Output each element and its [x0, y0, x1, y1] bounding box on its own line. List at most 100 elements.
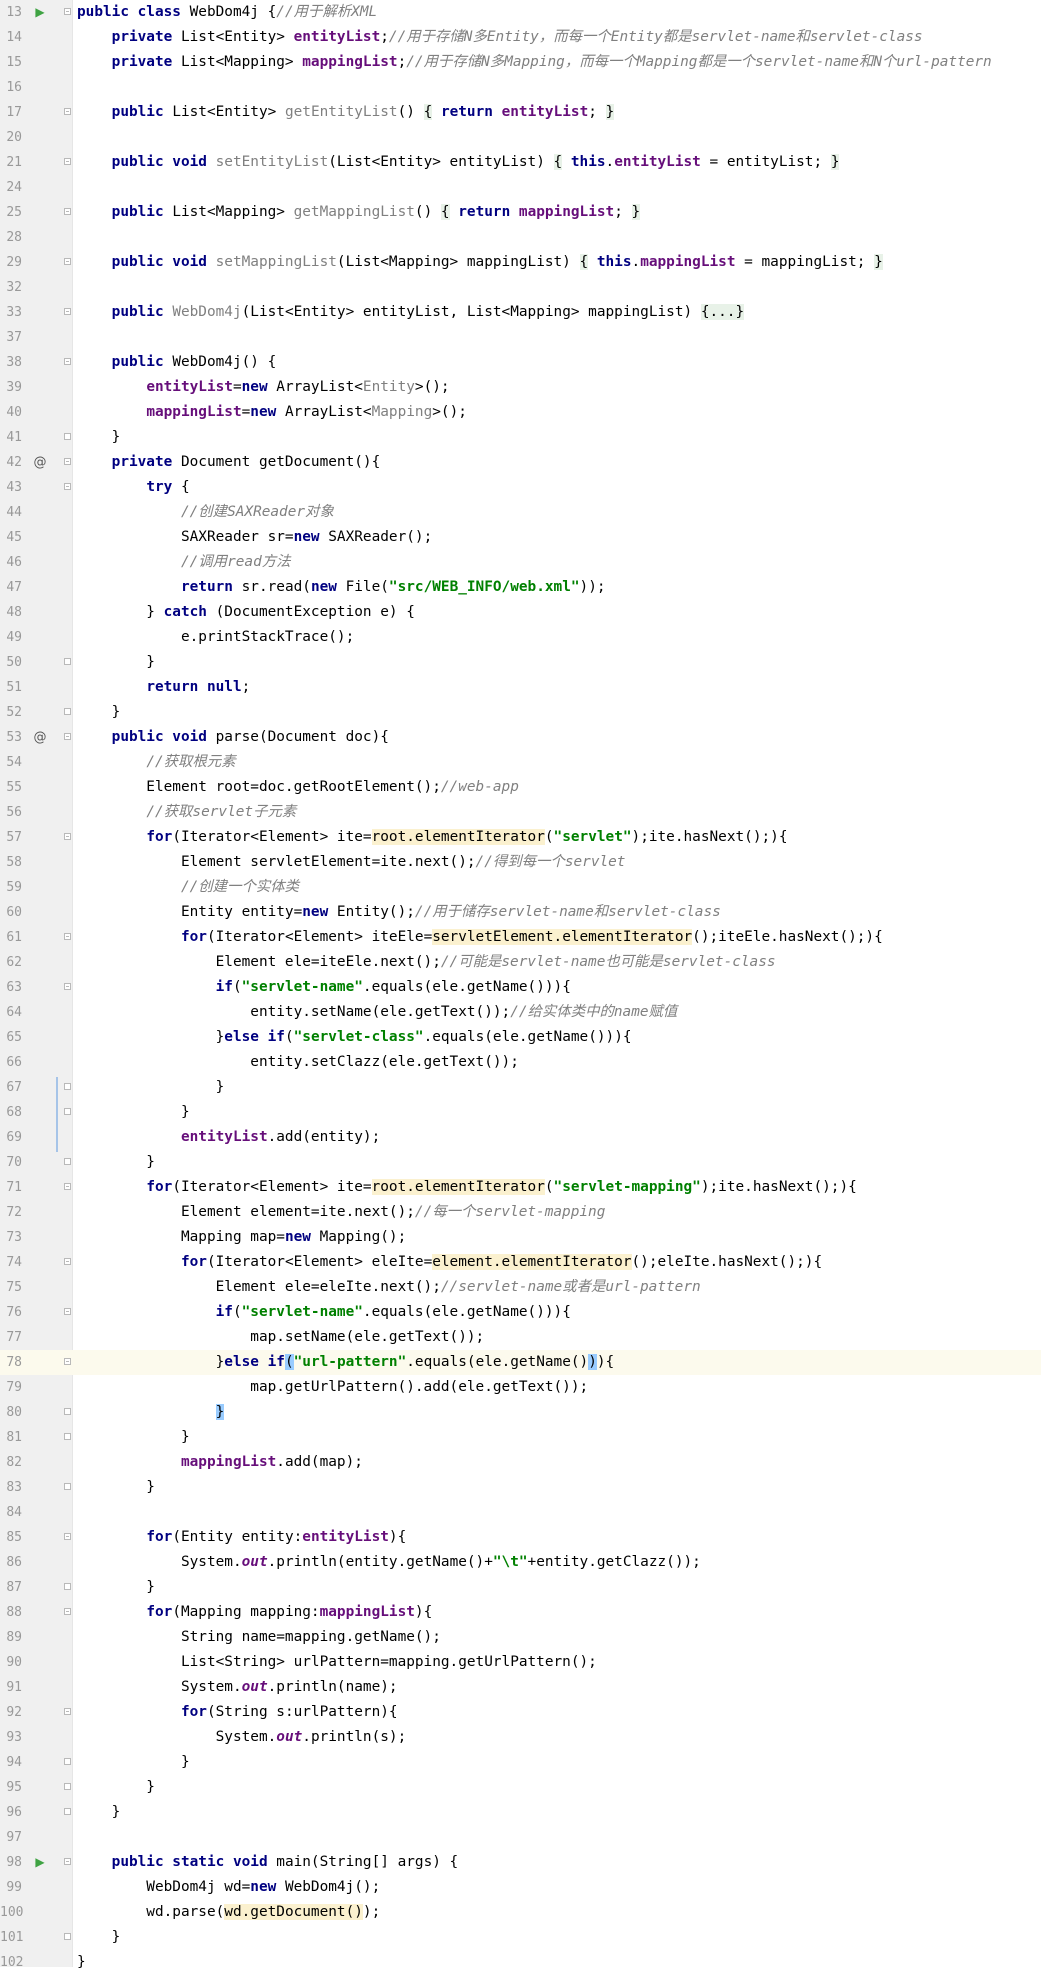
fold-end-icon[interactable]: [64, 1933, 71, 1940]
code-text[interactable]: Entity entity=new Entity();//用于储存servlet…: [77, 900, 721, 925]
code-text[interactable]: entityList=new ArrayList<Entity>();: [77, 375, 449, 400]
code-text[interactable]: }: [77, 1150, 155, 1175]
code-text[interactable]: }: [77, 1950, 86, 1975]
code-text[interactable]: entityList.add(entity);: [77, 1125, 380, 1150]
code-text[interactable]: public WebDom4j(List<Entity> entityList,…: [77, 300, 745, 325]
code-text[interactable]: public List<Entity> getEntityList() { re…: [77, 100, 615, 125]
fold-collapse-icon[interactable]: [64, 483, 71, 490]
code-line[interactable]: 74 for(Iterator<Element> eleIte=element.…: [0, 1250, 1041, 1275]
code-text[interactable]: for(Iterator<Element> ite=root.elementIt…: [77, 1175, 857, 1200]
code-line[interactable]: 44 //创建SAXReader对象: [0, 500, 1041, 525]
code-line[interactable]: 94 }: [0, 1750, 1041, 1775]
code-text[interactable]: }: [77, 1100, 190, 1125]
fold-end-icon[interactable]: [64, 1783, 71, 1790]
code-text[interactable]: public class WebDom4j {//用于解析XML: [77, 0, 377, 25]
code-line[interactable]: 67 }: [0, 1075, 1041, 1100]
fold-collapse-icon[interactable]: [64, 158, 71, 165]
code-text[interactable]: }else if("servlet-class".equals(ele.getN…: [77, 1025, 632, 1050]
code-text[interactable]: }: [77, 1575, 155, 1600]
code-line[interactable]: 53 @ public void parse(Document doc){: [0, 725, 1041, 750]
fold-end-icon[interactable]: [64, 1433, 71, 1440]
code-line[interactable]: 54 //获取根元素: [0, 750, 1041, 775]
code-line[interactable]: 102}: [0, 1950, 1041, 1975]
code-text[interactable]: public void setMappingList(List<Mapping>…: [77, 250, 883, 275]
fold-end-icon[interactable]: [64, 708, 71, 715]
code-line[interactable]: 20: [0, 125, 1041, 150]
fold-collapse-icon[interactable]: [64, 1183, 71, 1190]
code-line[interactable]: 100 wd.parse(wd.getDocument());: [0, 1900, 1041, 1925]
code-line[interactable]: 101 }: [0, 1925, 1041, 1950]
code-line[interactable]: 80 }: [0, 1400, 1041, 1425]
code-text[interactable]: }: [77, 1400, 225, 1425]
fold-collapse-icon[interactable]: [64, 458, 71, 465]
code-line[interactable]: 41 }: [0, 425, 1041, 450]
code-text[interactable]: List<String> urlPattern=mapping.getUrlPa…: [77, 1650, 597, 1675]
code-line[interactable]: 17 public List<Entity> getEntityList() {…: [0, 100, 1041, 125]
code-line[interactable]: 38 public WebDom4j() {: [0, 350, 1041, 375]
code-text[interactable]: for(Iterator<Element> ite=root.elementIt…: [77, 825, 787, 850]
code-text[interactable]: SAXReader sr=new SAXReader();: [77, 525, 432, 550]
code-text[interactable]: for(String s:urlPattern){: [77, 1700, 398, 1725]
code-text[interactable]: Element element=ite.next();//每一个servlet-…: [77, 1200, 605, 1225]
fold-collapse-icon[interactable]: [64, 983, 71, 990]
code-line[interactable]: 83 }: [0, 1475, 1041, 1500]
code-line[interactable]: 56 //获取servlet子元素: [0, 800, 1041, 825]
code-line[interactable]: 73 Mapping map=new Mapping();: [0, 1225, 1041, 1250]
code-line[interactable]: 72 Element element=ite.next();//每一个servl…: [0, 1200, 1041, 1225]
code-line[interactable]: 52 }: [0, 700, 1041, 725]
fold-end-icon[interactable]: [64, 1583, 71, 1590]
fold-end-icon[interactable]: [64, 1483, 71, 1490]
fold-collapse-icon[interactable]: [64, 258, 71, 265]
code-text[interactable]: }: [77, 700, 121, 725]
code-text[interactable]: Element ele=iteEle.next();//可能是servlet-n…: [77, 950, 776, 975]
code-text[interactable]: Element servletElement=ite.next();//得到每一…: [77, 850, 626, 875]
code-text[interactable]: for(Iterator<Element> eleIte=element.ele…: [77, 1250, 822, 1275]
code-line[interactable]: 29 public void setMappingList(List<Mappi…: [0, 250, 1041, 275]
code-line[interactable]: 76 if("servlet-name".equals(ele.getName(…: [0, 1300, 1041, 1325]
code-text[interactable]: String name=mapping.getName();: [77, 1625, 441, 1650]
code-line[interactable]: 71 for(Iterator<Element> ite=root.elemen…: [0, 1175, 1041, 1200]
code-line[interactable]: 88 for(Mapping mapping:mappingList){: [0, 1600, 1041, 1625]
code-line[interactable]: 24: [0, 175, 1041, 200]
code-line[interactable]: 25 public List<Mapping> getMappingList()…: [0, 200, 1041, 225]
code-text[interactable]: }: [77, 1925, 121, 1950]
code-line[interactable]: 92 for(String s:urlPattern){: [0, 1700, 1041, 1725]
code-text[interactable]: public WebDom4j() {: [77, 350, 277, 375]
code-line[interactable]: 96 }: [0, 1800, 1041, 1825]
fold-end-icon[interactable]: [64, 1158, 71, 1165]
code-text[interactable]: map.setName(ele.getText());: [77, 1325, 484, 1350]
code-text[interactable]: //调用read方法: [77, 550, 291, 575]
code-line[interactable]: 98 ▶ public static void main(String[] arg…: [0, 1850, 1041, 1875]
fold-end-icon[interactable]: [64, 433, 71, 440]
code-line[interactable]: 37: [0, 325, 1041, 350]
code-line[interactable]: 62 Element ele=iteEle.next();//可能是servle…: [0, 950, 1041, 975]
code-line[interactable]: 65 }else if("servlet-class".equals(ele.g…: [0, 1025, 1041, 1050]
code-text[interactable]: if("servlet-name".equals(ele.getName()))…: [77, 1300, 571, 1325]
code-line[interactable]: 48 } catch (DocumentException e) {: [0, 600, 1041, 625]
code-line[interactable]: 51 return null;: [0, 675, 1041, 700]
code-text[interactable]: private List<Mapping> mappingList;//用于存储…: [77, 50, 992, 75]
code-text[interactable]: WebDom4j wd=new WebDom4j();: [77, 1875, 380, 1900]
code-text[interactable]: public void parse(Document doc){: [77, 725, 389, 750]
fold-collapse-icon[interactable]: [64, 1708, 71, 1715]
code-line[interactable]: 78 }else if("url-pattern".equals(ele.get…: [0, 1350, 1041, 1375]
fold-collapse-icon[interactable]: [64, 108, 71, 115]
code-line[interactable]: 40 mappingList=new ArrayList<Mapping>();: [0, 400, 1041, 425]
code-line[interactable]: 85 for(Entity entity:entityList){: [0, 1525, 1041, 1550]
code-line[interactable]: 15 private List<Mapping> mappingList;//用…: [0, 50, 1041, 75]
fold-collapse-icon[interactable]: [64, 308, 71, 315]
code-line[interactable]: 55 Element root=doc.getRootElement();//w…: [0, 775, 1041, 800]
code-text[interactable]: }else if("url-pattern".equals(ele.getNam…: [77, 1350, 614, 1375]
fold-end-icon[interactable]: [64, 658, 71, 665]
code-line[interactable]: 58 Element servletElement=ite.next();//得…: [0, 850, 1041, 875]
code-line[interactable]: 77 map.setName(ele.getText());: [0, 1325, 1041, 1350]
annotation-icon[interactable]: @: [31, 450, 49, 475]
code-line[interactable]: 60 Entity entity=new Entity();//用于储存serv…: [0, 900, 1041, 925]
code-text[interactable]: private List<Entity> entityList;//用于存储N多…: [77, 25, 923, 50]
fold-collapse-icon[interactable]: [64, 1533, 71, 1540]
annotation-icon[interactable]: @: [31, 725, 49, 750]
code-line[interactable]: 42 @ private Document getDocument(){: [0, 450, 1041, 475]
fold-collapse-icon[interactable]: [64, 358, 71, 365]
code-editor[interactable]: 13 ▶ public class WebDom4j {//用于解析XML 14 pr…: [0, 0, 1041, 1970]
code-text[interactable]: return sr.read(new File("src/WEB_INFO/we…: [77, 575, 606, 600]
